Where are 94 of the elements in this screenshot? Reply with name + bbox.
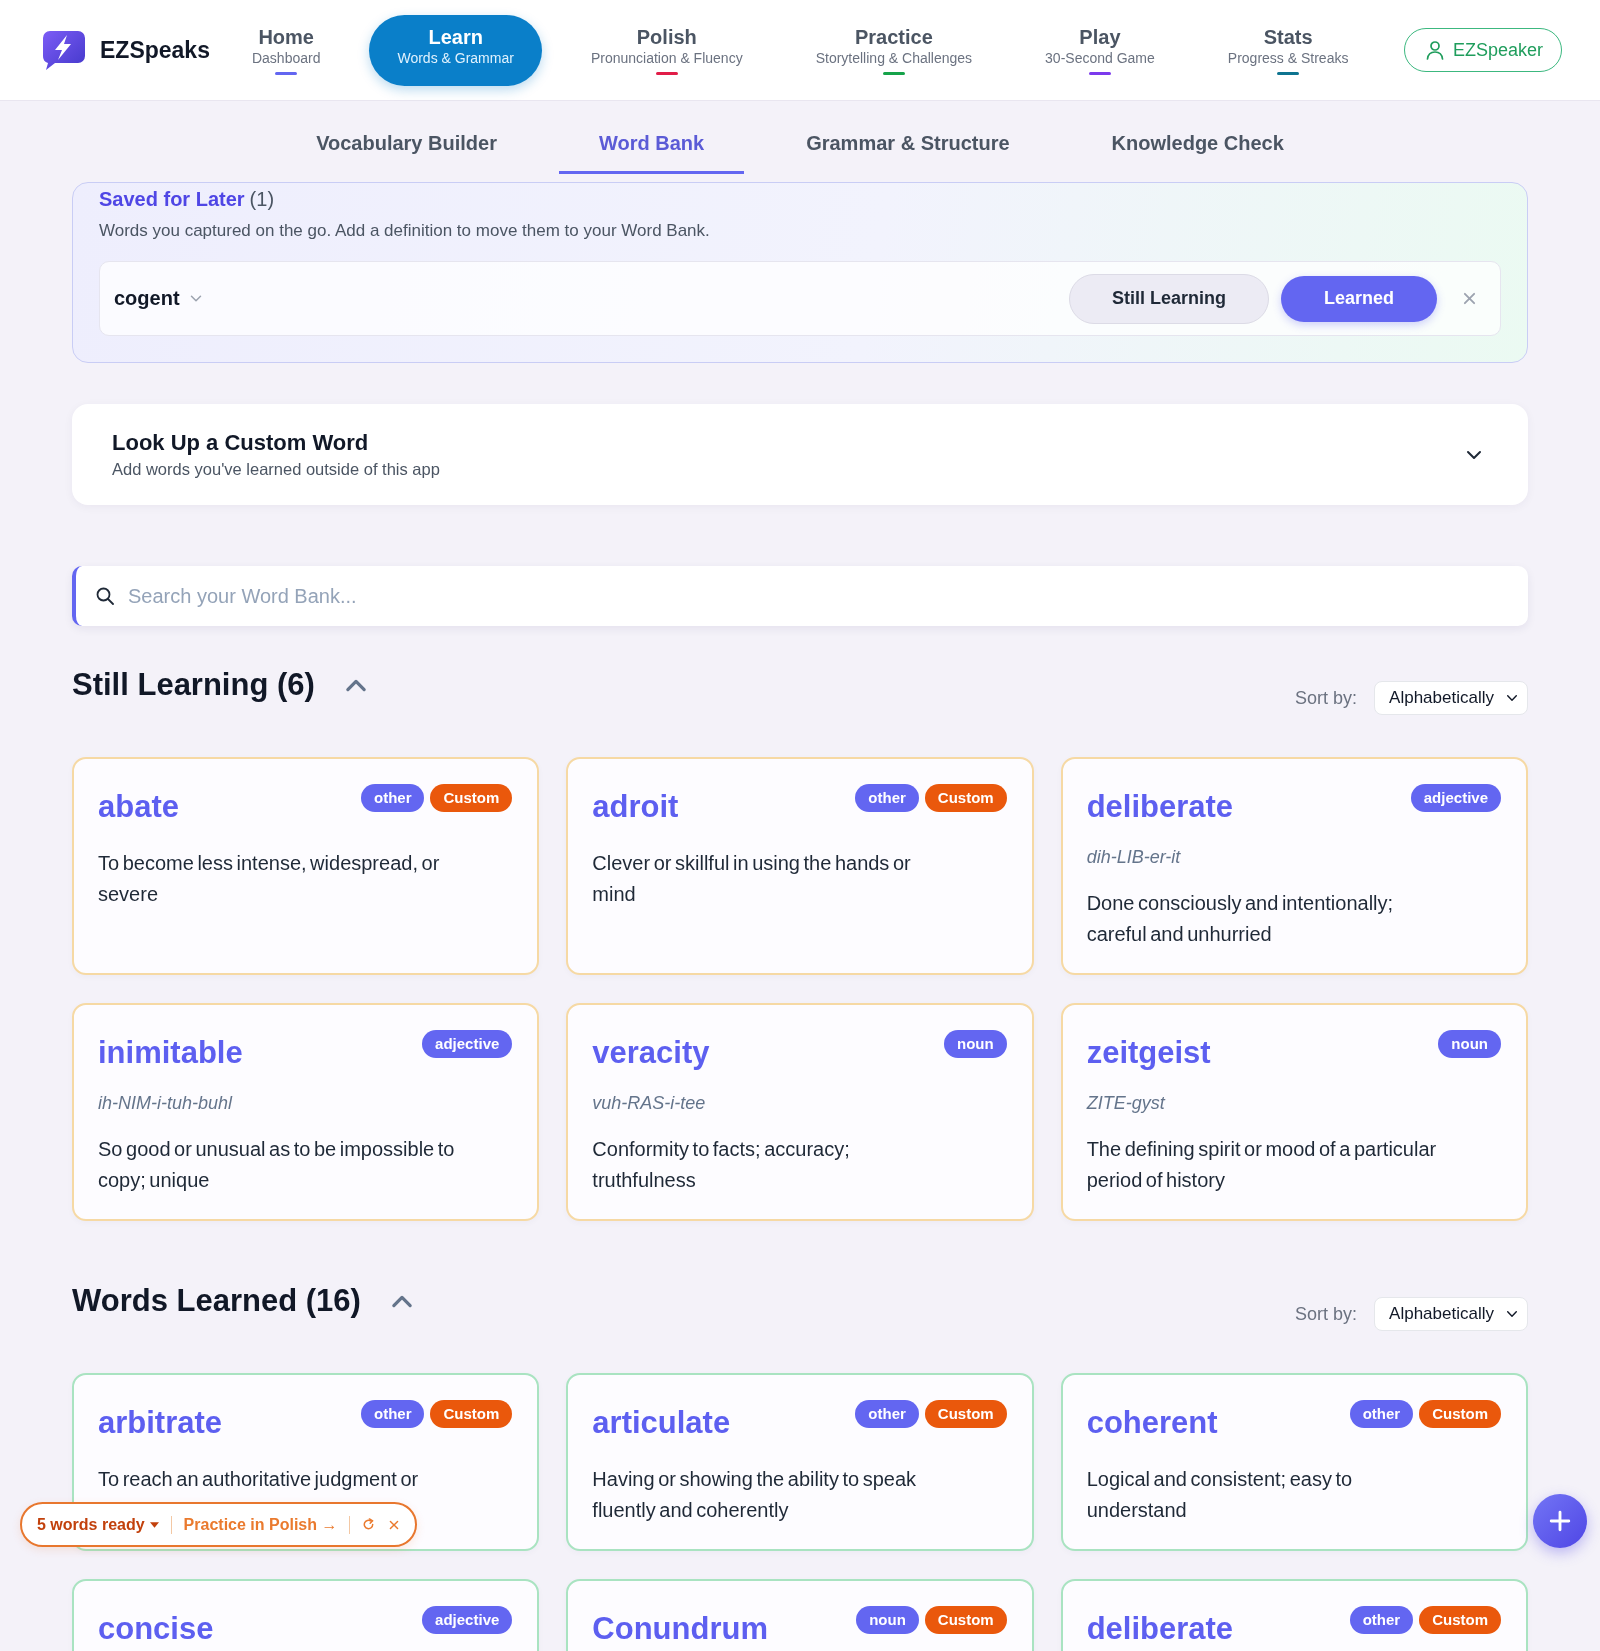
- definition-text: Having or showing the ability to speak fluently and coherently: [592, 1467, 918, 1523]
- user-icon: [1424, 40, 1445, 60]
- word-title: coherent: [1086, 1406, 1218, 1440]
- pronunciation-text: ih-NIM-i-tuh-buhl: [98, 1092, 234, 1115]
- word-type-tag: other: [855, 1400, 919, 1428]
- panel-description: Words you captured on the go. Add a definition to move them to your Word Bank.: [99, 220, 711, 242]
- word-card[interactable]: abate other Custom To become less intense, widespread, or severe: [72, 757, 540, 975]
- logo-icon: [41, 30, 85, 70]
- pronunciation-text: vuh-RAS-i-tee: [592, 1092, 707, 1115]
- plus-icon: [1549, 1510, 1571, 1532]
- sort-label: Sort by:: [1295, 1303, 1358, 1325]
- section-heading: Words Learned (16): [72, 1282, 361, 1320]
- word-type-tag: other: [855, 784, 919, 812]
- word-type-tag: other: [361, 784, 425, 812]
- word-card[interactable]: Conundrum noun Custom: [566, 1579, 1034, 1651]
- custom-tag: Custom: [430, 1400, 513, 1428]
- search-icon: [96, 587, 114, 605]
- word-type-tag: noun: [856, 1606, 919, 1634]
- brand-name: EZSpeaks: [100, 36, 210, 64]
- search-field[interactable]: Search your Word Bank...: [72, 566, 1528, 626]
- word-title: articulate: [592, 1406, 731, 1440]
- definition-text: The defining spirit or mood of a particular period of history: [1086, 1137, 1438, 1193]
- pronunciation-text: ZITE-gyst: [1086, 1092, 1167, 1115]
- nav-tab[interactable]: Stats Progress & Streaks: [1203, 14, 1373, 86]
- word-type-tag: adjective: [422, 1030, 513, 1058]
- nav-tab[interactable]: Learn Words & Grammar: [369, 14, 542, 86]
- word-card[interactable]: zeitgeist noun ZITE-gyst The defining spirit or mood of a particular period of history: [1060, 1003, 1528, 1221]
- word-card[interactable]: deliberate other Custom: [1060, 1579, 1528, 1651]
- custom-tag: Custom: [924, 1400, 1007, 1428]
- word-title: abate: [98, 790, 179, 824]
- word-type-tag: noun: [1438, 1030, 1501, 1058]
- word-card[interactable]: concise adjective: [72, 1579, 540, 1651]
- caret-icon: [149, 1521, 159, 1528]
- tab[interactable]: Word Bank: [558, 131, 745, 174]
- word-title: adroit: [592, 790, 679, 824]
- still-learning-button[interactable]: Still Learning: [1068, 273, 1269, 324]
- custom-tag: Custom: [1419, 1606, 1501, 1634]
- panel-title: Look Up a Custom Word: [112, 429, 370, 456]
- custom-tag: Custom: [1419, 1400, 1501, 1428]
- sort-dropdown[interactable]: Alphabetically: [1374, 681, 1528, 715]
- word-title: concise: [98, 1612, 214, 1646]
- definition-text: Conformity to facts; accuracy; truthfulness: [592, 1137, 851, 1193]
- refresh-icon[interactable]: [362, 1518, 376, 1531]
- custom-word-panel[interactable]: Look Up a Custom Word Add words you've learned outside of this app: [72, 404, 1528, 505]
- nav-tab[interactable]: Practice Storytelling & Challenges: [791, 14, 997, 86]
- word-type-tag: other: [1349, 1400, 1414, 1428]
- chevron-down-icon: [189, 293, 202, 304]
- word-dropdown[interactable]: cogent: [114, 287, 202, 310]
- custom-tag: Custom: [924, 1606, 1007, 1634]
- nav-tab[interactable]: Play 30-Second Game: [1021, 14, 1179, 86]
- word-type-tag: adjective: [422, 1606, 513, 1634]
- word-title: zeitgeist: [1086, 1036, 1211, 1070]
- word-type-tag: noun: [944, 1030, 1007, 1058]
- word-type-tag: other: [361, 1400, 425, 1428]
- word-card[interactable]: adroit other Custom Clever or skillful in using the hands or mind: [566, 757, 1034, 975]
- word-title: inimitable: [98, 1036, 243, 1070]
- word-card[interactable]: articulate other Custom Having or showing the ability to speak fluently and coherently: [566, 1373, 1034, 1551]
- sort-label: Sort by:: [1295, 687, 1358, 709]
- word-title: Conundrum: [592, 1612, 768, 1646]
- tab[interactable]: Vocabulary Builder: [276, 131, 537, 174]
- definition-text: So good or unusual as to be impossible to copy; unique: [98, 1137, 456, 1193]
- sort-dropdown[interactable]: Alphabetically: [1374, 1297, 1528, 1331]
- word-title: deliberate: [1086, 790, 1234, 824]
- close-icon[interactable]: [389, 1519, 400, 1530]
- count-text: (1): [249, 188, 275, 210]
- definition-text: Logical and consistent; easy to understand: [1086, 1467, 1354, 1523]
- nav-tab[interactable]: Polish Pronunciation & Fluency: [566, 14, 767, 86]
- caret-icon: [1506, 1309, 1518, 1319]
- word-type-tag: other: [1349, 1606, 1414, 1634]
- definition-text: Done consciously and intentionally; careful and unhurried: [1086, 891, 1395, 947]
- word-card[interactable]: inimitable adjective ih-NIM-i-tuh-buhl So good or unusual as to be impossible to copy; unique: [72, 1003, 540, 1221]
- word-type-tag: adjective: [1410, 784, 1501, 812]
- add-button[interactable]: [1533, 1494, 1587, 1548]
- custom-tag: Custom: [430, 784, 513, 812]
- word-title: veracity: [592, 1036, 710, 1070]
- word-card[interactable]: deliberate adjective dih-LIB-er-it Done consciously and intentionally; careful and unhurried: [1060, 757, 1528, 975]
- custom-tag: Custom: [924, 784, 1007, 812]
- pronunciation-text: dih-LIB-er-it: [1086, 846, 1182, 869]
- word-card[interactable]: coherent other Custom Logical and consistent; easy to understand: [1060, 1373, 1528, 1551]
- nav-tab[interactable]: Home Dashboard: [227, 14, 345, 86]
- definition-text: To become less intense, widespread, or severe: [98, 851, 441, 907]
- close-icon[interactable]: [1463, 292, 1476, 305]
- word-card[interactable]: veracity noun vuh-RAS-i-tee Conformity to facts; accuracy; truthfulness: [566, 1003, 1034, 1221]
- definition-text: Clever or skillful in using the hands or mind: [592, 851, 912, 907]
- word-title: deliberate: [1086, 1612, 1234, 1646]
- tab[interactable]: Knowledge Check: [1071, 131, 1324, 174]
- word-title: arbitrate: [98, 1406, 223, 1440]
- definition-text: To reach an authoritative judgment or: [98, 1467, 420, 1492]
- caret-icon: [1506, 693, 1518, 703]
- section-heading: Still Learning (6): [72, 666, 315, 704]
- panel-title: Saved for Later: [99, 188, 245, 210]
- learned-button[interactable]: Learned: [1280, 275, 1437, 322]
- tab[interactable]: Grammar & Structure: [766, 131, 1050, 174]
- panel-subtitle: Add words you've learned outside of this app: [112, 458, 440, 480]
